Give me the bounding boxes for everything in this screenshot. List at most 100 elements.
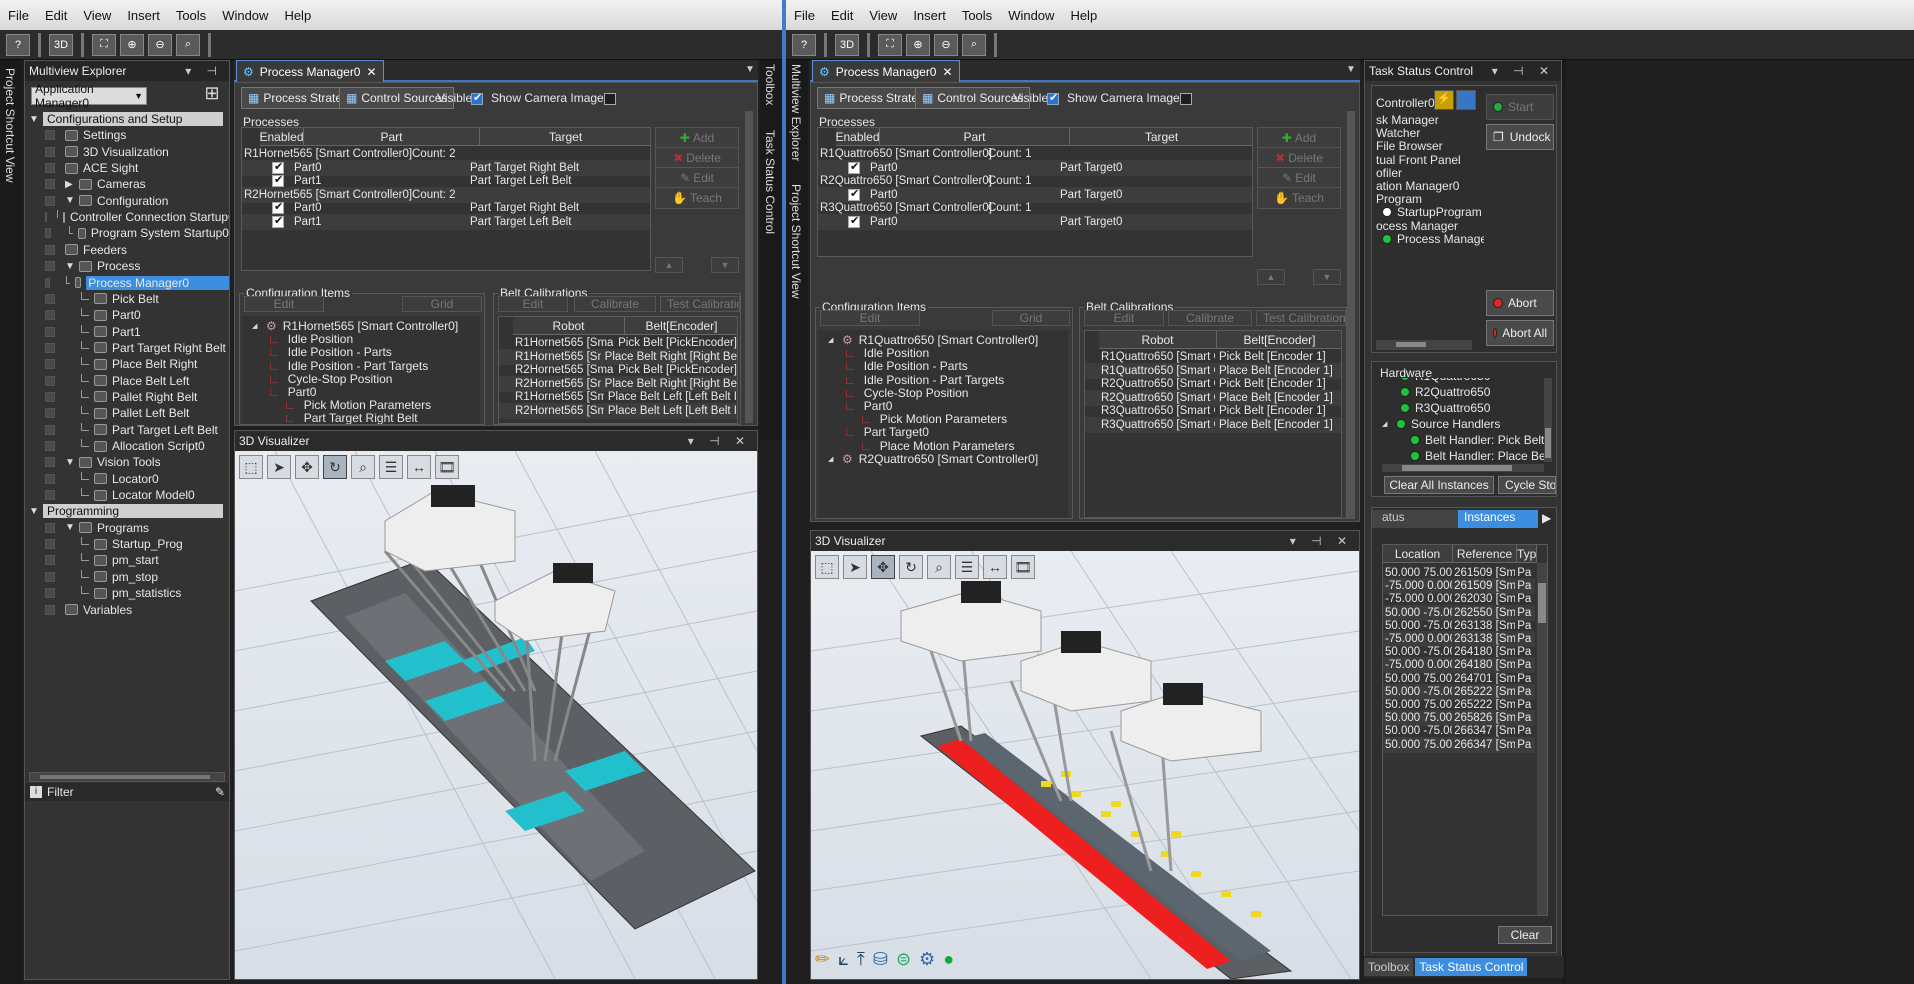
collapse-icon[interactable]: ◢ bbox=[1382, 420, 1394, 428]
menu-window[interactable]: Window bbox=[1000, 8, 1062, 23]
tree-item[interactable]: pm_start bbox=[25, 552, 229, 568]
move-down-button[interactable]: ▼ bbox=[1313, 269, 1341, 285]
tree-item[interactable]: Part0 bbox=[25, 307, 229, 323]
sphere-icon[interactable]: ● bbox=[943, 949, 954, 970]
delete-button[interactable]: ✖ Delete bbox=[655, 147, 739, 169]
menu-file[interactable]: File bbox=[786, 8, 823, 23]
hardware-tree-item[interactable]: R3Quattro650 bbox=[1400, 400, 1490, 416]
instances-tab[interactable]: Instances bbox=[1458, 510, 1538, 528]
tree-item[interactable]: pm_statistics bbox=[25, 585, 229, 601]
panel-controls-icon[interactable]: ▾ ⊣ ✕ bbox=[1290, 534, 1353, 548]
collapse-icon[interactable]: ◢ bbox=[828, 455, 840, 463]
tree-item[interactable]: Place Belt Left bbox=[25, 373, 229, 389]
calibrate-button[interactable]: Calibrate bbox=[574, 296, 656, 312]
zoom-reset-icon[interactable]: ⌕ bbox=[176, 33, 200, 56]
zoom-fit-icon[interactable]: ⛶ bbox=[92, 33, 116, 56]
zoom-in-icon[interactable]: ⊕ bbox=[120, 33, 144, 56]
cylinder-icon[interactable]: ⛁ bbox=[873, 949, 888, 970]
start-button[interactable]: Start bbox=[1486, 94, 1554, 120]
tab-process-manager[interactable]: ⚙ Process Manager0 ✕ bbox=[812, 60, 960, 82]
clear-all-instances-button[interactable]: Clear All Instances bbox=[1384, 476, 1494, 494]
menu-window[interactable]: Window bbox=[214, 8, 276, 23]
tree-item[interactable]: ACE Sight bbox=[25, 160, 229, 176]
tree-item[interactable]: ▼ Programming bbox=[25, 503, 229, 519]
show-camera-checkbox[interactable] bbox=[604, 92, 617, 105]
tree-item[interactable]: Controller Connection Startup0 bbox=[25, 209, 229, 225]
enabled-checkbox[interactable] bbox=[272, 200, 284, 214]
add-button[interactable]: ✚ Add bbox=[1257, 127, 1341, 149]
config-tree-item[interactable]: ◢ ⚙ R2Quattro650 [Smart Controller0] bbox=[828, 451, 1038, 467]
menu-edit[interactable]: Edit bbox=[37, 8, 75, 23]
toolbox-tab[interactable]: Toolbox bbox=[763, 64, 777, 105]
menu-insert[interactable]: Insert bbox=[905, 8, 954, 23]
tree-item[interactable]: Pallet Right Belt bbox=[25, 389, 229, 405]
clear-button[interactable]: Clear bbox=[1498, 926, 1552, 944]
belt-cal-row[interactable]: R2Hornet565 [Smart ConPlace Belt Left [L… bbox=[499, 402, 737, 419]
instance-row[interactable]: 50.000 75.000266347 [SmarPa bbox=[1383, 736, 1535, 753]
tab-list-chevron-icon[interactable]: ▼ bbox=[1346, 64, 1356, 75]
enabled-checkbox[interactable] bbox=[272, 173, 284, 187]
zoom-out-icon[interactable]: ⊖ bbox=[148, 33, 172, 56]
tab-process-manager[interactable]: ⚙ Process Manager0 ✕ bbox=[236, 60, 384, 82]
tree-item[interactable]: Process Manager0 bbox=[25, 275, 229, 291]
menu-help[interactable]: Help bbox=[276, 8, 319, 23]
task-status-bottom-tab[interactable]: Task Status Control bbox=[1415, 958, 1528, 976]
process-part-row[interactable]: Part1 Part Target Left Belt bbox=[242, 213, 650, 230]
3d-view-icon[interactable]: 3D bbox=[835, 33, 859, 56]
tree-item[interactable]: Part Target Left Belt bbox=[25, 422, 229, 438]
tab-list-chevron-icon[interactable]: ▼ bbox=[745, 64, 755, 75]
hierarchy-icon[interactable]: ⊞ bbox=[199, 83, 225, 109]
enabled-checkbox[interactable] bbox=[272, 160, 284, 174]
test-calibration-button[interactable]: Test Calibration bbox=[660, 296, 740, 312]
measure-icon[interactable]: ↔ bbox=[983, 555, 1007, 579]
menu-help[interactable]: Help bbox=[1062, 8, 1105, 23]
toolbox-bottom-tab[interactable]: Toolbox bbox=[1364, 958, 1414, 976]
enabled-checkbox[interactable] bbox=[848, 160, 860, 174]
pan-icon[interactable]: ✥ bbox=[871, 555, 895, 579]
enabled-checkbox[interactable] bbox=[848, 214, 860, 228]
tree-item[interactable]: Locator0 bbox=[25, 471, 229, 487]
record-camera-icon[interactable]: 🎞 bbox=[435, 455, 459, 479]
test-calibration-button[interactable]: Test Calibration bbox=[1256, 310, 1346, 326]
tree-item[interactable]: Variables bbox=[25, 602, 229, 618]
tree-item[interactable]: ▼ Vision Tools bbox=[25, 454, 229, 470]
tree-item[interactable]: Feeders bbox=[25, 242, 229, 258]
visible-checkbox[interactable] bbox=[1047, 91, 1059, 105]
close-icon[interactable]: ✕ bbox=[942, 65, 952, 79]
expand-icon[interactable]: ▼ bbox=[65, 195, 77, 206]
enabled-checkbox[interactable] bbox=[272, 214, 284, 228]
zoom-fit-icon[interactable]: ⛶ bbox=[878, 33, 902, 56]
undock-button[interactable]: ❐ Undock bbox=[1486, 124, 1554, 150]
tree-item[interactable]: Part Target Right Belt bbox=[25, 340, 229, 356]
tab-scroll-right-icon[interactable]: ▶ bbox=[1542, 511, 1551, 525]
enabled-checkbox[interactable] bbox=[848, 187, 860, 201]
pm-vscroll[interactable] bbox=[1347, 111, 1355, 519]
zoom-in-icon[interactable]: ⊕ bbox=[906, 33, 930, 56]
zoom-out-icon[interactable]: ⊖ bbox=[934, 33, 958, 56]
tree-item[interactable]: Program System Startup0 bbox=[25, 225, 229, 241]
tree-item[interactable]: ▼ Configuration bbox=[25, 193, 229, 209]
hardware-tree-item[interactable]: Belt Handler: Pick Belt bbox=[1410, 432, 1544, 448]
move-down-button[interactable]: ▼ bbox=[711, 257, 739, 273]
menu-view[interactable]: View bbox=[75, 8, 119, 23]
pencil-icon[interactable]: ✏ bbox=[815, 949, 830, 970]
project-shortcut-view-tab[interactable]: Project Shortcut View bbox=[789, 184, 803, 299]
task-tree-hscroll[interactable] bbox=[1376, 340, 1472, 350]
help-icon[interactable]: ? bbox=[6, 33, 30, 56]
controller-connect-icon[interactable]: ⚡ bbox=[1434, 90, 1454, 110]
belt-cal-row[interactable]: R3Quattro650 [Smart Con Place Belt [Encod… bbox=[1085, 416, 1341, 433]
abort-all-button[interactable]: Abort All bbox=[1486, 320, 1554, 346]
link-icon[interactable]: ⊜ bbox=[896, 949, 911, 970]
expand-icon[interactable]: ▼ bbox=[29, 114, 41, 125]
collapse-icon[interactable]: ◢ bbox=[828, 336, 840, 344]
abort-button[interactable]: Abort bbox=[1486, 290, 1554, 316]
3d-view-icon[interactable]: 3D bbox=[49, 33, 73, 56]
hw-hscroll[interactable] bbox=[1382, 464, 1544, 472]
tree-item[interactable]: Locator Model0 bbox=[25, 487, 229, 503]
cfg-grid-button[interactable]: Grid bbox=[992, 310, 1070, 326]
menu-tools[interactable]: Tools bbox=[168, 8, 214, 23]
panel-controls-icon[interactable]: ▾ ⊣ ✕ bbox=[1492, 64, 1555, 78]
collapse-icon[interactable]: ◢ bbox=[252, 322, 264, 330]
move-up-button[interactable]: ▲ bbox=[1257, 269, 1285, 285]
view-cube-icon[interactable]: ⬚ bbox=[815, 555, 839, 579]
